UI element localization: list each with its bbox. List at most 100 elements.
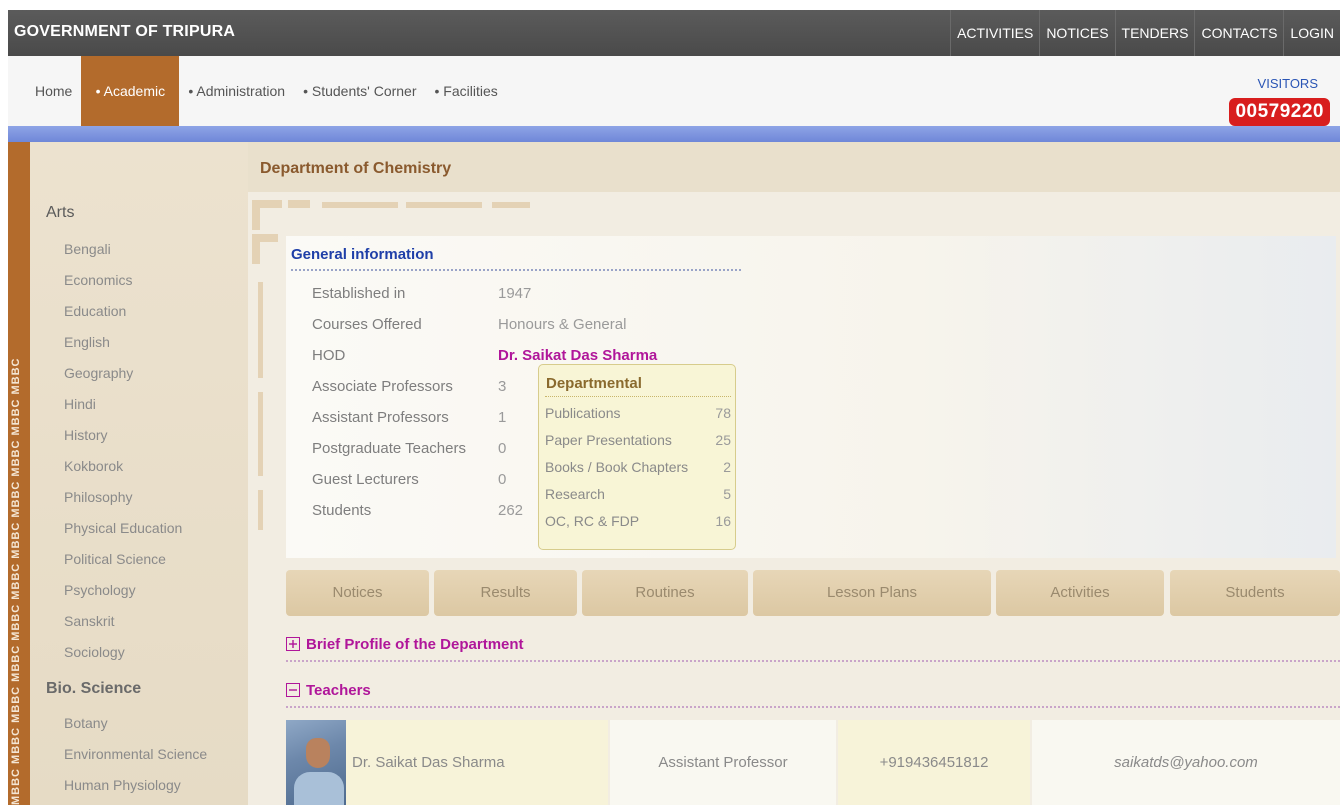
stat-value: 25 [715, 432, 731, 448]
nav-students-corner[interactable]: • Students' Corner [294, 56, 425, 126]
departmental-title: Departmental [546, 375, 642, 392]
sidebar-item-sanskrit[interactable]: Sanskrit [64, 606, 182, 637]
teacher-name-cell: Dr. Saikat Das Sharma [286, 720, 608, 805]
nav-administration[interactable]: • Administration [179, 56, 294, 126]
info-label: Students [312, 502, 372, 519]
top-link-activities[interactable]: ACTIVITIES [950, 10, 1039, 56]
info-row: Courses Offered Honours & General [312, 309, 657, 340]
expand-icon [286, 637, 300, 651]
ornament [406, 202, 482, 208]
collapse-icon [286, 683, 300, 697]
info-label: Postgraduate Teachers [312, 440, 466, 457]
teachers-label: Teachers [306, 682, 371, 699]
teacher-photo [286, 720, 346, 805]
top-links: ACTIVITIES NOTICES TENDERS CONTACTS LOGI… [950, 10, 1340, 56]
nav-academic[interactable]: • Academic [81, 56, 180, 126]
teacher-email[interactable]: saikatds@yahoo.com [1032, 720, 1340, 805]
stat-row[interactable]: Paper Presentations 25 [545, 432, 731, 456]
departmental-stats-box: Departmental Publications 78 Paper Presen… [538, 364, 736, 550]
sidebar-item-political-science[interactable]: Political Science [64, 544, 182, 575]
ornament [258, 392, 263, 476]
ornament [492, 202, 530, 208]
photo-face [306, 738, 330, 768]
stat-label: Research [545, 486, 605, 502]
sidebar-item-education[interactable]: Education [64, 296, 182, 327]
sidebar-category-arts: Arts [46, 204, 75, 221]
tab-routines[interactable]: Routines [582, 570, 748, 616]
main-content: Department of Chemistry General informat… [248, 142, 1340, 805]
tab-lesson-plans[interactable]: Lesson Plans [753, 570, 991, 616]
sidebar-item-kokborok[interactable]: Kokborok [64, 451, 182, 482]
sidebar-item-hindi[interactable]: Hindi [64, 389, 182, 420]
stat-label: Paper Presentations [545, 432, 672, 448]
sidebar-item-botany[interactable]: Botany [64, 708, 207, 739]
sidebar-item-economics[interactable]: Economics [64, 265, 182, 296]
department-sidebar: Arts Bengali Economics Education English… [30, 142, 248, 805]
brief-profile-toggle[interactable]: Brief Profile of the Department [286, 636, 524, 653]
stat-row[interactable]: Publications 78 [545, 405, 731, 429]
sidebar-item-physical-education[interactable]: Physical Education [64, 513, 182, 544]
top-link-login[interactable]: LOGIN [1283, 10, 1340, 56]
ornament [252, 200, 260, 230]
info-value: Honours & General [498, 316, 627, 333]
stat-row[interactable]: Research 5 [545, 486, 731, 510]
top-header-bar: GOVERNMENT OF TRIPURA ACTIVITIES NOTICES… [8, 10, 1340, 56]
stat-row[interactable]: Books / Book Chapters 2 [545, 459, 731, 483]
divider [545, 396, 731, 397]
divider [286, 706, 1340, 708]
stat-value: 78 [715, 405, 731, 421]
teacher-row: Dr. Saikat Das Sharma Assistant Professo… [286, 720, 1340, 805]
ornament [258, 490, 263, 530]
top-link-contacts[interactable]: CONTACTS [1194, 10, 1283, 56]
nav-facilities[interactable]: • Facilities [426, 56, 507, 126]
info-label: HOD [312, 347, 346, 364]
sidebar-item-psychology[interactable]: Psychology [64, 575, 182, 606]
department-tabs: Notices Results Routines Lesson Plans Ac… [286, 570, 1340, 616]
nav-home[interactable]: Home [26, 56, 81, 126]
info-label: Guest Lecturers [312, 471, 419, 488]
info-label: Assistant Professors [312, 409, 449, 426]
nav-divider-strip [8, 126, 1340, 142]
divider [291, 269, 741, 271]
sidebar-item-philosophy[interactable]: Philosophy [64, 482, 182, 513]
stat-value: 5 [723, 486, 731, 502]
info-value: 1947 [498, 285, 532, 302]
tab-activities[interactable]: Activities [996, 570, 1164, 616]
visitors-label: VISITORS [1257, 76, 1318, 91]
info-label: Established in [312, 285, 406, 302]
sidebar-item-bengali[interactable]: Bengali [64, 234, 182, 265]
sidebar-item-environmental-science[interactable]: Environmental Science [64, 739, 207, 770]
top-link-tenders[interactable]: TENDERS [1114, 10, 1195, 56]
department-title-bar: Department of Chemistry [248, 142, 1340, 192]
stat-row[interactable]: OC, RC & FDP 16 [545, 513, 731, 537]
tab-results[interactable]: Results [434, 570, 577, 616]
teacher-name[interactable]: Dr. Saikat Das Sharma [352, 720, 505, 805]
sidebar-category-bio-science: Bio. Science [46, 680, 142, 697]
brief-profile-label: Brief Profile of the Department [306, 636, 524, 653]
sidebar-list-bio-science: Botany Environmental Science Human Physi… [30, 708, 207, 801]
stat-label: OC, RC & FDP [545, 513, 640, 529]
general-info-title: General information [291, 246, 434, 263]
site-title: GOVERNMENT OF TRIPURA [14, 23, 236, 40]
ornament [322, 202, 398, 208]
sidebar-item-geography[interactable]: Geography [64, 358, 182, 389]
ornament [252, 234, 260, 264]
photo-shirt [294, 772, 344, 805]
sidebar-item-sociology[interactable]: Sociology [64, 637, 182, 668]
sidebar-item-english[interactable]: English [64, 327, 182, 358]
info-label: Courses Offered [312, 316, 422, 333]
sidebar-item-human-physiology[interactable]: Human Physiology [64, 770, 207, 801]
teachers-toggle[interactable]: Teachers [286, 682, 371, 699]
divider [286, 660, 1340, 662]
top-link-notices[interactable]: NOTICES [1039, 10, 1114, 56]
side-brand-text: MBBC MBBC MBBC MBBC MBBC MBBC MBBC MBBC … [10, 357, 22, 805]
tab-students[interactable]: Students [1170, 570, 1340, 616]
teacher-designation: Assistant Professor [610, 720, 836, 805]
tab-notices[interactable]: Notices [286, 570, 429, 616]
sidebar-list-arts: Bengali Economics Education English Geog… [30, 234, 182, 668]
visitors-counter: 00579220 [1229, 98, 1330, 126]
sidebar-item-history[interactable]: History [64, 420, 182, 451]
ornament [258, 282, 263, 378]
general-info-panel: General information Established in 1947 C… [286, 236, 1336, 558]
stat-value: 2 [723, 459, 731, 475]
